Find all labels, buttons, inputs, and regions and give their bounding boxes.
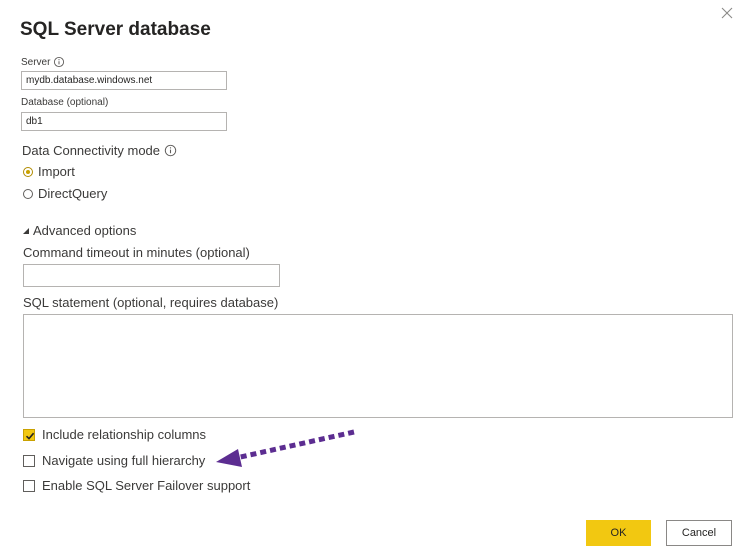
database-label: Database (optional) bbox=[21, 97, 109, 108]
database-input[interactable] bbox=[21, 112, 227, 131]
radio-import-label: Import bbox=[38, 164, 75, 179]
sql-server-database-dialog: SQL Server database Server Database (opt… bbox=[0, 0, 743, 559]
checkbox-include-relationship-columns[interactable]: Include relationship columns bbox=[23, 427, 206, 442]
info-icon[interactable] bbox=[164, 144, 177, 157]
server-label-row: Server bbox=[21, 56, 65, 68]
dialog-title: SQL Server database bbox=[20, 19, 211, 40]
include-relationship-columns-label: Include relationship columns bbox=[42, 427, 207, 442]
close-button[interactable] bbox=[718, 4, 736, 22]
ok-button[interactable]: OK bbox=[586, 520, 651, 546]
enable-failover-support-label: Enable SQL Server Failover support bbox=[42, 478, 251, 493]
connectivity-label-row: Data Connectivity mode bbox=[22, 143, 177, 158]
radio-directquery-label: DirectQuery bbox=[38, 186, 108, 201]
checkbox-navigate-full-hierarchy[interactable]: Navigate using full hierarchy bbox=[23, 453, 205, 468]
radio-button-unselected[interactable] bbox=[23, 188, 33, 199]
timeout-label: Command timeout in minutes (optional) bbox=[23, 245, 250, 260]
radio-directquery[interactable]: DirectQuery bbox=[23, 186, 107, 201]
radio-import[interactable]: Import bbox=[23, 164, 75, 179]
sql-statement-label: SQL statement (optional, requires databa… bbox=[23, 295, 279, 310]
close-icon bbox=[721, 7, 733, 19]
dotted-arrow-icon bbox=[216, 429, 355, 467]
server-input[interactable] bbox=[21, 71, 227, 90]
triangle-expanded-icon bbox=[23, 227, 29, 234]
checkbox-enable-failover-support[interactable]: Enable SQL Server Failover support bbox=[23, 478, 250, 493]
connectivity-label: Data Connectivity mode bbox=[22, 143, 161, 158]
cancel-button[interactable]: Cancel bbox=[666, 520, 732, 546]
checkbox-checked[interactable] bbox=[23, 428, 35, 441]
info-icon[interactable] bbox=[53, 56, 65, 68]
checkbox-unchecked[interactable] bbox=[23, 479, 35, 492]
database-label-row: Database (optional) bbox=[21, 97, 108, 108]
advanced-options-toggle[interactable]: Advanced options bbox=[22, 223, 136, 238]
command-timeout-input[interactable] bbox=[23, 264, 280, 287]
checkbox-unchecked[interactable] bbox=[23, 454, 35, 467]
sql-statement-textarea[interactable] bbox=[23, 314, 733, 418]
navigate-full-hierarchy-label: Navigate using full hierarchy bbox=[42, 453, 206, 468]
radio-button-selected[interactable] bbox=[23, 166, 33, 177]
advanced-options-label: Advanced options bbox=[33, 223, 137, 238]
server-label: Server bbox=[21, 56, 51, 68]
checkmark-icon bbox=[25, 432, 35, 440]
